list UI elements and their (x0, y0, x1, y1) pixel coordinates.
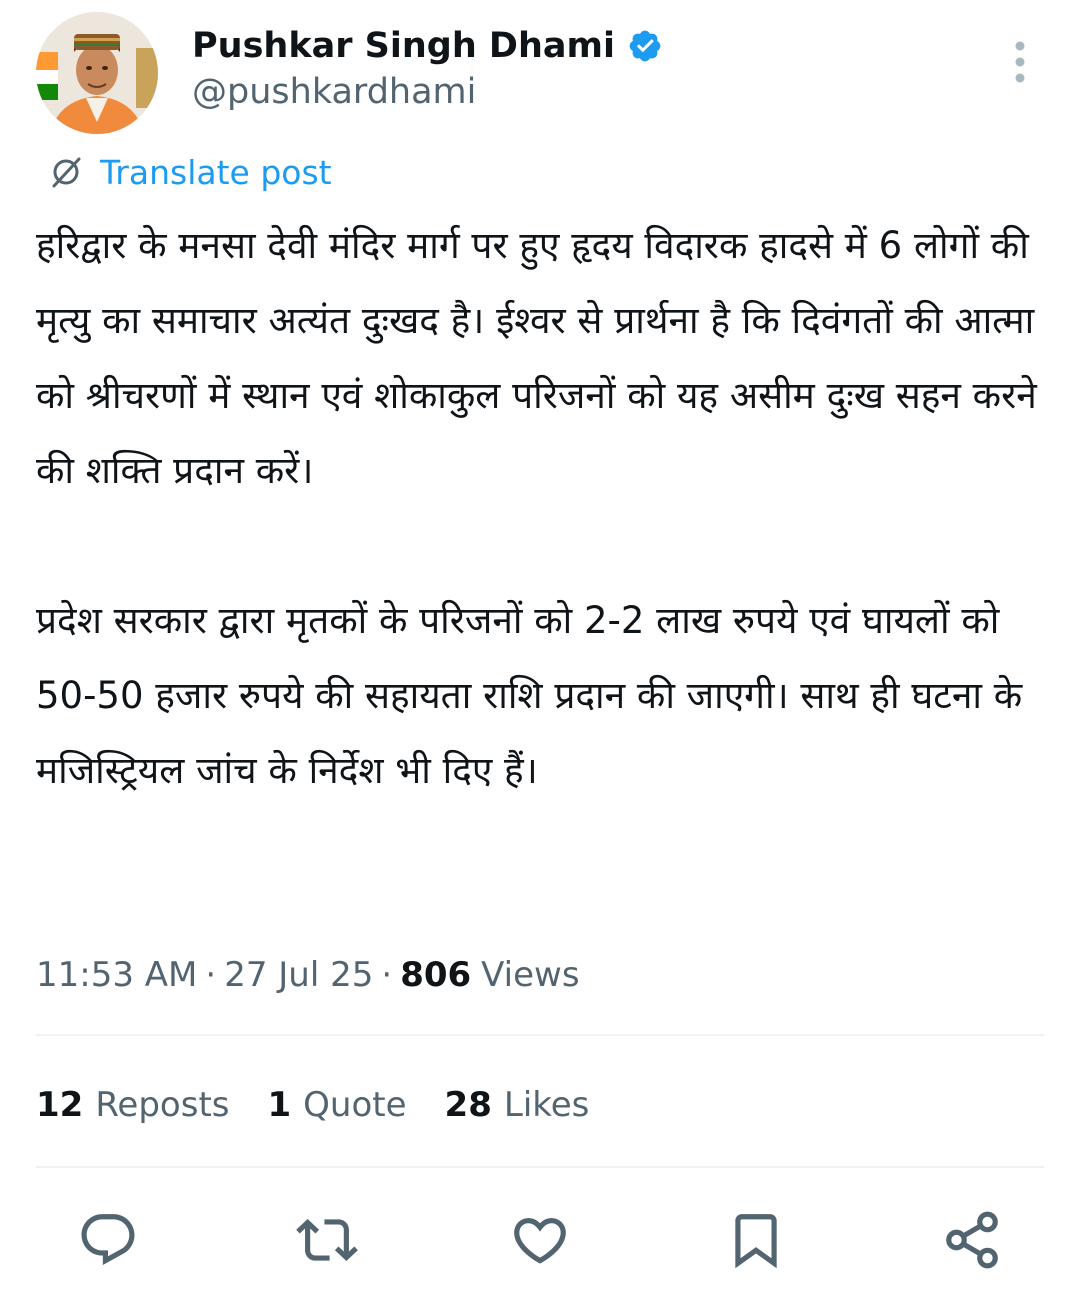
repost-icon (296, 1219, 358, 1261)
meta-separator: · (381, 955, 393, 995)
heart-icon (514, 1218, 566, 1264)
post-time[interactable]: 11:53 AM (36, 955, 197, 995)
repost-button[interactable] (287, 1200, 367, 1280)
reply-button[interactable] (68, 1200, 148, 1280)
views-count[interactable]: 806 (400, 955, 471, 995)
translate-label[interactable]: Translate post (100, 153, 332, 192)
translate-post-link[interactable]: Translate post (48, 148, 332, 196)
post-paragraph-2: प्रदेश सरकार द्वारा मृतकों के परिजनों को… (36, 599, 1023, 792)
verified-badge-icon (629, 30, 661, 62)
share-button[interactable] (932, 1200, 1012, 1280)
quotes-count: 1 (267, 1085, 292, 1125)
author-handle[interactable]: @pushkardhami (192, 72, 476, 112)
quotes-label: Quote (303, 1085, 407, 1125)
quotes-stat[interactable]: 1 Quote (268, 1085, 407, 1125)
reposts-label: Reposts (95, 1085, 230, 1125)
like-button[interactable] (500, 1200, 580, 1280)
post-paragraph-1: हरिद्वार के मनसा देवी मंदिर मार्ग पर हुए… (36, 224, 1037, 492)
divider (36, 1166, 1044, 1168)
bookmark-button[interactable] (716, 1200, 796, 1280)
more-options-button[interactable] (996, 38, 1044, 86)
reposts-count: 12 (36, 1085, 84, 1125)
engagement-stats: 12 Reposts 1 Quote 28 Likes (36, 1078, 627, 1132)
likes-stat[interactable]: 28 Likes (445, 1085, 590, 1125)
likes-label: Likes (503, 1085, 590, 1125)
post-text: हरिद्वार के मनसा देवी मंदिर मार्ग पर हुए… (36, 208, 1046, 808)
post-date[interactable]: 27 Jul 25 (224, 955, 373, 995)
avatar[interactable] (36, 12, 158, 134)
post-meta: 11:53 AM · 27 Jul 25 · 806 Views (36, 948, 580, 1002)
reply-icon (81, 1214, 135, 1266)
author-name-row[interactable]: Pushkar Singh Dhami (192, 20, 663, 72)
profile-photo (36, 12, 158, 134)
views-label[interactable]: Views (481, 955, 579, 995)
more-vertical-icon (1015, 41, 1025, 83)
likes-count: 28 (444, 1085, 492, 1125)
bookmark-icon (735, 1214, 777, 1269)
divider (36, 1034, 1044, 1036)
translate-icon (52, 157, 81, 188)
author-display-name[interactable]: Pushkar Singh Dhami (192, 26, 615, 66)
meta-separator: · (205, 955, 217, 995)
action-bar (0, 1200, 1080, 1280)
reposts-stat[interactable]: 12 Reposts (36, 1085, 230, 1125)
share-icon (946, 1211, 998, 1269)
